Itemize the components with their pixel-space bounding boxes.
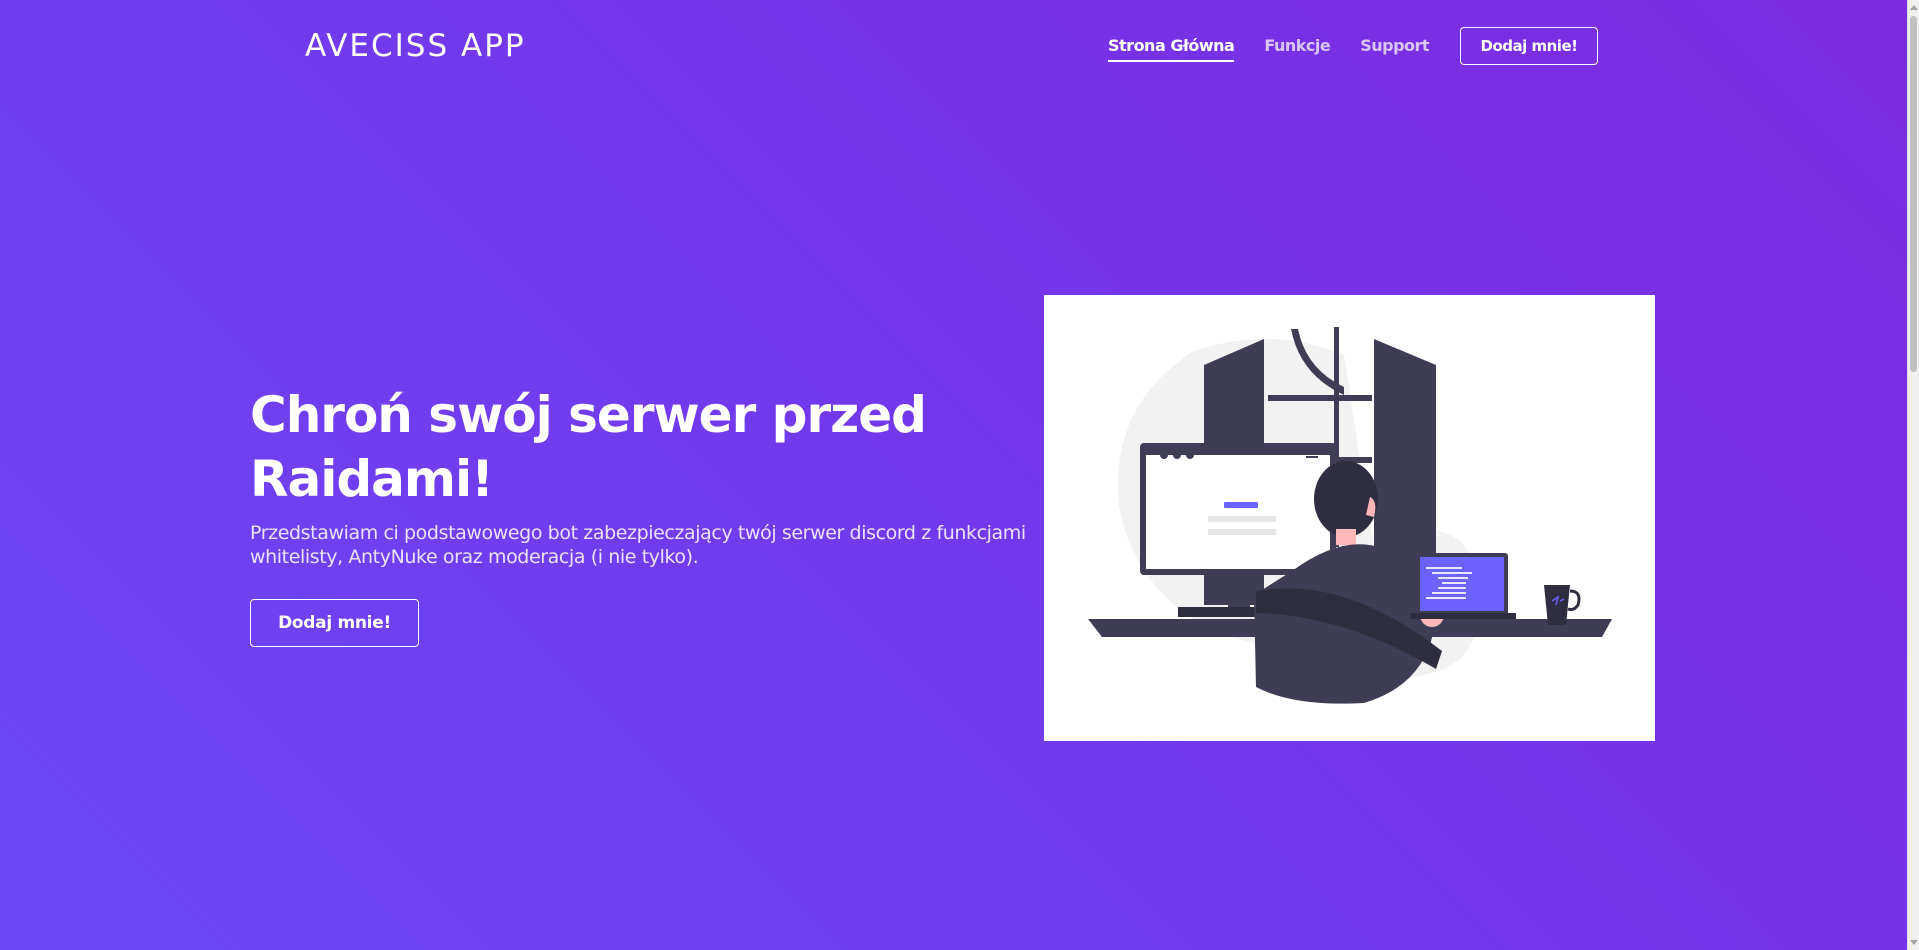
coffee-mug (1544, 585, 1570, 625)
screen-text-line (1208, 516, 1276, 522)
nav-link-support[interactable]: Support (1360, 36, 1429, 62)
scrollbar-thumb[interactable] (1910, 16, 1917, 372)
hero-title: Chroń swój serwer przed Raidami! (250, 386, 927, 508)
monitor-dot (1186, 451, 1194, 459)
nav-add-me-button[interactable]: Dodaj mnie! (1460, 27, 1598, 65)
developer-at-desk-illustration (1044, 295, 1655, 741)
nav-link-home[interactable]: Strona Główna (1108, 36, 1235, 62)
menu-line (1306, 456, 1318, 458)
screen-text-line (1208, 529, 1276, 535)
laptop-base (1410, 613, 1516, 619)
nav-link-features[interactable]: Funkcje (1264, 36, 1330, 62)
landing-page: AVECISS APP Strona Główna Funkcje Suppor… (0, 0, 1919, 950)
hero-add-me-button[interactable]: Dodaj mnie! (250, 599, 419, 647)
person-hair (1314, 461, 1378, 537)
window-bar-top (1268, 395, 1372, 401)
person-neck (1336, 529, 1356, 545)
screen-accent-bar (1224, 502, 1258, 508)
mug-handle (1567, 589, 1581, 611)
monitor-stand (1228, 575, 1250, 609)
main-nav: Strona Główna Funkcje Support (1108, 36, 1459, 62)
illustration-svg (1088, 327, 1612, 704)
vertical-scrollbar[interactable] (1907, 0, 1919, 950)
monitor-dot (1173, 451, 1181, 459)
scroll-up-icon[interactable] (1910, 5, 1918, 10)
monitor-screen (1146, 455, 1330, 569)
brand-logo[interactable]: AVECISS APP (305, 28, 526, 64)
monitor-dot (1160, 451, 1168, 459)
menu-line (1306, 452, 1318, 454)
scroll-down-icon[interactable] (1910, 940, 1918, 945)
hero-description: Przedstawiam ci podstawowego bot zabezpi… (250, 522, 1026, 568)
